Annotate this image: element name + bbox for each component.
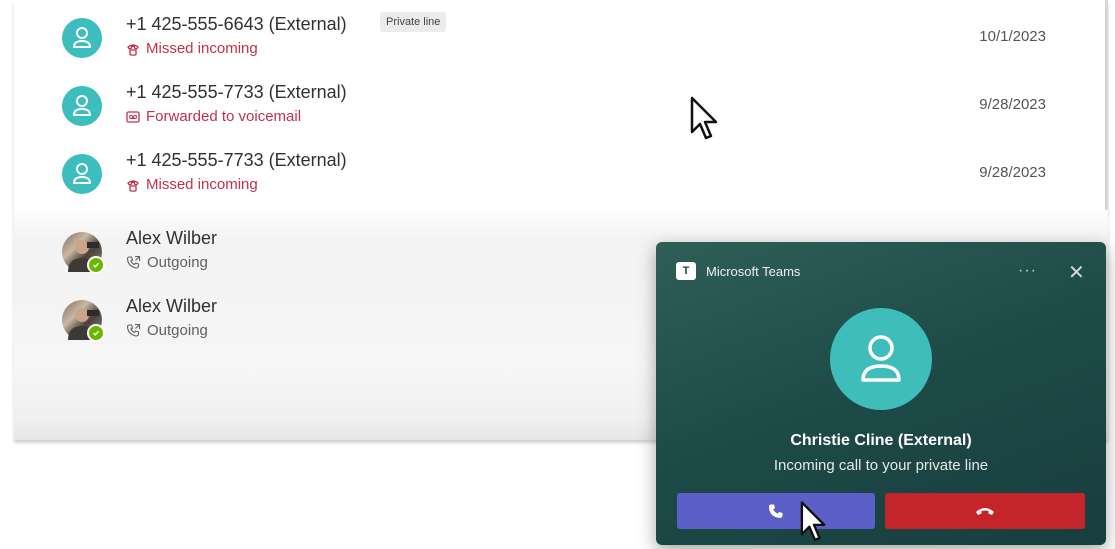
call-date: 9/28/2023 <box>979 96 1046 113</box>
presence-available-icon <box>87 324 105 342</box>
toast-app-name: Microsoft Teams <box>706 263 801 279</box>
teams-logo-icon: T <box>676 262 696 280</box>
call-status-label: Missed incoming <box>146 176 258 193</box>
person-avatar-icon <box>62 154 102 194</box>
contact-name: Alex Wilber <box>126 228 218 248</box>
voicemail-icon <box>126 110 140 123</box>
outgoing-call-icon <box>126 323 141 337</box>
call-history-row[interactable]: +1 425-555-7733 (External) Missed incomi… <box>14 146 1074 214</box>
screen: +1 425-555-6643 (External) Private line … <box>0 0 1115 549</box>
decline-call-button[interactable] <box>885 493 1085 529</box>
private-line-badge: Private line <box>380 12 447 32</box>
more-options-button[interactable]: ··· <box>1018 262 1037 280</box>
outgoing-call-icon <box>126 255 141 269</box>
call-date: 9/28/2023 <box>979 164 1046 181</box>
call-status-label: Forwarded to voicemail <box>146 108 302 125</box>
caller-number: +1 425-555-7733 (External) <box>126 150 347 170</box>
person-avatar-icon <box>62 86 102 126</box>
toast-header: T Microsoft Teams <box>676 262 800 280</box>
call-history-row[interactable]: +1 425-555-6643 (External) Private line … <box>14 10 1074 78</box>
avatar <box>62 300 105 342</box>
accept-call-button[interactable] <box>677 493 875 529</box>
caller-number: +1 425-555-7733 (External) <box>126 82 347 102</box>
incoming-call-toast: T Microsoft Teams ··· ✕ Christie Cline (… <box>656 242 1106 545</box>
person-avatar-icon <box>62 18 102 58</box>
missed-call-icon <box>127 179 139 192</box>
phone-icon <box>769 504 783 518</box>
call-status: Forwarded to voicemail <box>126 108 301 125</box>
call-status-label: Missed incoming <box>146 40 258 57</box>
caller-avatar-icon <box>830 308 932 410</box>
caller-number: +1 425-555-6643 (External) <box>126 14 347 34</box>
close-button[interactable]: ✕ <box>1068 260 1085 285</box>
call-status-label: Outgoing <box>147 322 208 339</box>
hang-up-icon <box>976 508 994 515</box>
call-history-row[interactable]: +1 425-555-7733 (External) Forwarded to … <box>14 78 1074 146</box>
presence-available-icon <box>87 256 105 274</box>
call-status: Missed incoming <box>126 40 258 57</box>
call-date: 10/1/2023 <box>979 28 1046 45</box>
call-status: Outgoing <box>126 322 208 339</box>
caller-status: Incoming call to your private line <box>773 457 989 474</box>
avatar <box>62 232 105 274</box>
call-status: Missed incoming <box>126 176 258 193</box>
caller-name: Christie Cline (External) <box>790 432 972 449</box>
contact-name: Alex Wilber <box>126 296 218 316</box>
call-status: Outgoing <box>126 254 208 271</box>
missed-call-icon <box>127 43 139 56</box>
call-status-label: Outgoing <box>147 254 208 271</box>
